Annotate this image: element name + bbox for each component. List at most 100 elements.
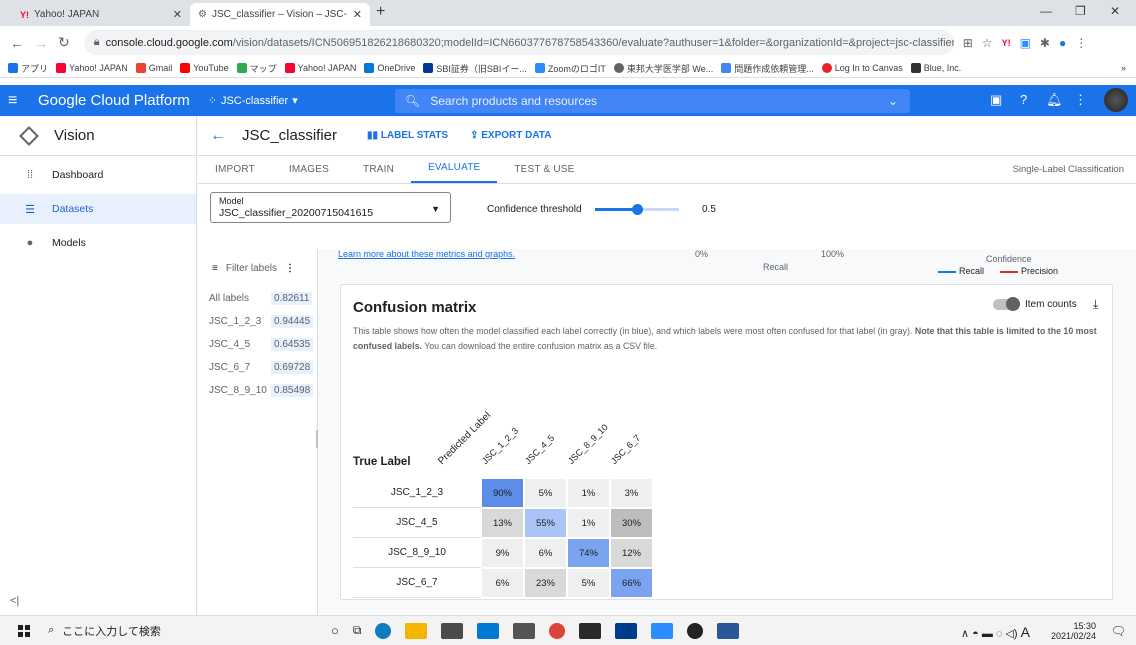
- label-row[interactable]: All labels 0.82611: [198, 287, 317, 310]
- label-stats-button[interactable]: ▮▮ LABEL STATS: [367, 130, 448, 141]
- label-score: 0.94445: [271, 315, 314, 328]
- bookmarks-more[interactable]: »: [1121, 63, 1126, 73]
- doc-icon: [721, 63, 732, 73]
- sidebar-item-dashboard[interactable]: ⁞⁞ Dashboard: [0, 160, 196, 190]
- scrollbar[interactable]: [316, 430, 318, 448]
- photos-icon[interactable]: [513, 622, 536, 639]
- bookmark-questions[interactable]: 問題作成依頼管理...: [721, 62, 814, 75]
- apps-grid-icon: [8, 63, 18, 73]
- back-arrow-icon[interactable]: ←: [210, 127, 226, 145]
- close-tab-icon[interactable]: ✕: [173, 8, 182, 21]
- label-row[interactable]: JSC_8_9_10 0.85498: [198, 379, 317, 402]
- classification-type: Single-Label Classification: [1012, 164, 1124, 175]
- project-selector[interactable]: ⁘ JSC-classifier ▾: [208, 94, 298, 108]
- search-input[interactable]: 🔍︎ Search products and resources ⌄: [395, 89, 910, 113]
- bookmark-yahoo-2[interactable]: Yahoo! JAPAN: [284, 63, 356, 73]
- more-vert-icon[interactable]: ⋮: [285, 263, 295, 274]
- cloud-shell-icon[interactable]: ▣: [990, 92, 1002, 108]
- browser-tab-vision[interactable]: ⚙ JSC_classifier – Vision – JSC-class ✕: [190, 3, 370, 26]
- zoom-ext-icon[interactable]: ▣: [1020, 36, 1031, 50]
- chevron-down-icon[interactable]: ⌄: [888, 94, 898, 108]
- tab-images[interactable]: IMAGES: [272, 164, 346, 183]
- system-tray-icons[interactable]: ∧ ◓ ▬ ◌ ◁) A: [961, 624, 1030, 640]
- label-row[interactable]: JSC_6_7 0.69728: [198, 356, 317, 379]
- hamburger-menu-icon[interactable]: ≡: [8, 92, 38, 110]
- more-vert-icon[interactable]: ⋮: [1074, 92, 1087, 108]
- maximize-icon[interactable]: ❐: [1075, 4, 1086, 18]
- avatar[interactable]: [1104, 88, 1128, 112]
- bookmark-maps[interactable]: マップ: [236, 62, 277, 75]
- close-tab-icon[interactable]: ✕: [353, 8, 362, 21]
- tab-test-use[interactable]: TEST & USE: [497, 164, 591, 183]
- word-icon[interactable]: [717, 622, 740, 639]
- minimize-icon[interactable]: —: [1040, 4, 1052, 18]
- label-name: JSC_4_5: [209, 339, 251, 350]
- item-counts-toggle[interactable]: [993, 297, 1020, 311]
- translate-icon[interactable]: ⊞: [963, 36, 973, 50]
- file-explorer-icon[interactable]: [405, 622, 428, 639]
- browser-tab-yahoo[interactable]: Y! Yahoo! JAPAN ✕: [12, 3, 190, 26]
- close-window-icon[interactable]: ✕: [1110, 4, 1120, 18]
- learn-more-link[interactable]: Learn more about these metrics and graph…: [338, 249, 515, 259]
- label-row[interactable]: JSC_1_2_3 0.94445: [198, 310, 317, 333]
- sidebar-item-models[interactable]: ● Models: [0, 228, 196, 258]
- bookmark-apps[interactable]: アプリ: [8, 62, 48, 75]
- chrome-icon[interactable]: [549, 622, 566, 639]
- bookmark-gmail[interactable]: Gmail: [135, 63, 172, 73]
- item-counts-label: Item counts: [1025, 299, 1077, 310]
- forward-icon[interactable]: →: [34, 35, 48, 51]
- filter-labels[interactable]: ≡ Filter labels ⋮: [198, 249, 317, 287]
- store-icon[interactable]: [441, 622, 464, 639]
- taskbar-search[interactable]: ⌕ ここに入力して検索: [48, 623, 273, 639]
- bookmark-yahoo[interactable]: Yahoo! JAPAN: [56, 63, 128, 73]
- labels-panel: ≡ Filter labels ⋮ All labels 0.82611 JSC_1…: [198, 249, 318, 615]
- task-view-icon[interactable]: ⧉: [353, 623, 362, 638]
- star-icon[interactable]: ☆: [982, 36, 993, 50]
- cortana-icon[interactable]: ○: [331, 623, 339, 638]
- bookmark-youtube[interactable]: YouTube: [180, 63, 229, 73]
- url-field[interactable]: 🔒︎ console.cloud.google.com/vision/datas…: [83, 30, 954, 55]
- export-data-button[interactable]: ⇪ EXPORT DATA: [470, 130, 551, 141]
- help-icon[interactable]: ?: [1020, 92, 1027, 107]
- slider-handle[interactable]: [632, 204, 643, 215]
- collapse-nav-icon[interactable]: <|: [10, 595, 19, 607]
- profile-icon[interactable]: ●: [1059, 36, 1066, 50]
- edge-icon[interactable]: [375, 622, 392, 639]
- tab-evaluate[interactable]: EVALUATE: [411, 162, 498, 183]
- sidebar-item-datasets[interactable]: ☰ Datasets: [0, 194, 196, 224]
- new-tab-icon[interactable]: +: [376, 3, 385, 21]
- clock[interactable]: 15:30 2021/02/24: [1051, 621, 1096, 641]
- notifications-icon[interactable]: 🔔︎: [1046, 92, 1063, 108]
- reload-icon[interactable]: ↻: [58, 34, 70, 51]
- label-list: All labels 0.82611 JSC_1_2_3 0.94445 JSC_4_5…: [198, 287, 317, 402]
- confusion-matrix-card: Confusion matrix Item counts ⤓ This tabl…: [340, 284, 1113, 600]
- mail-icon[interactable]: [477, 622, 500, 639]
- zoom-icon[interactable]: [651, 622, 674, 639]
- app-icon[interactable]: [687, 622, 704, 639]
- label-row[interactable]: JSC_4_5 0.64535: [198, 333, 317, 356]
- back-icon[interactable]: ←: [10, 35, 24, 51]
- matrix-column-label: JSC_1_2_3: [479, 425, 521, 466]
- windows-start-icon[interactable]: [18, 624, 30, 637]
- yahoo-ext-icon[interactable]: Y!: [1002, 38, 1011, 48]
- bookmark-sbi[interactable]: SBI証券（旧SBIイー...: [423, 62, 527, 75]
- bookmark-toho[interactable]: 東邦大学医学部 We...: [613, 62, 713, 75]
- gcp-brand[interactable]: Google Cloud Platform: [38, 92, 190, 109]
- bookmark-blue[interactable]: Blue, Inc.: [910, 63, 961, 73]
- tab-import[interactable]: IMPORT: [198, 164, 272, 183]
- bookmark-zoom[interactable]: ZoomのロゴIT: [534, 62, 606, 75]
- matrix-cell: 5%: [524, 478, 567, 508]
- download-icon[interactable]: ⤓: [1093, 297, 1098, 312]
- label-score: 0.69728: [271, 361, 314, 374]
- media-icon[interactable]: [579, 622, 602, 639]
- model-select[interactable]: Model JSC_classifier_20200715041615 ▼: [210, 192, 451, 223]
- tab-train[interactable]: TRAIN: [346, 164, 411, 183]
- bookmark-onedrive[interactable]: OneDrive: [364, 63, 415, 73]
- matrix-cell: 30%: [610, 508, 653, 538]
- menu-kebab-icon[interactable]: ⋮: [1075, 36, 1087, 50]
- bookmark-canvas[interactable]: Log In to Canvas: [821, 63, 903, 73]
- extensions-icon[interactable]: ✱: [1040, 36, 1050, 50]
- notifications-icon[interactable]: 🗨︎: [1111, 624, 1126, 638]
- confidence-slider[interactable]: [595, 204, 679, 215]
- sbi-icon[interactable]: [615, 622, 638, 639]
